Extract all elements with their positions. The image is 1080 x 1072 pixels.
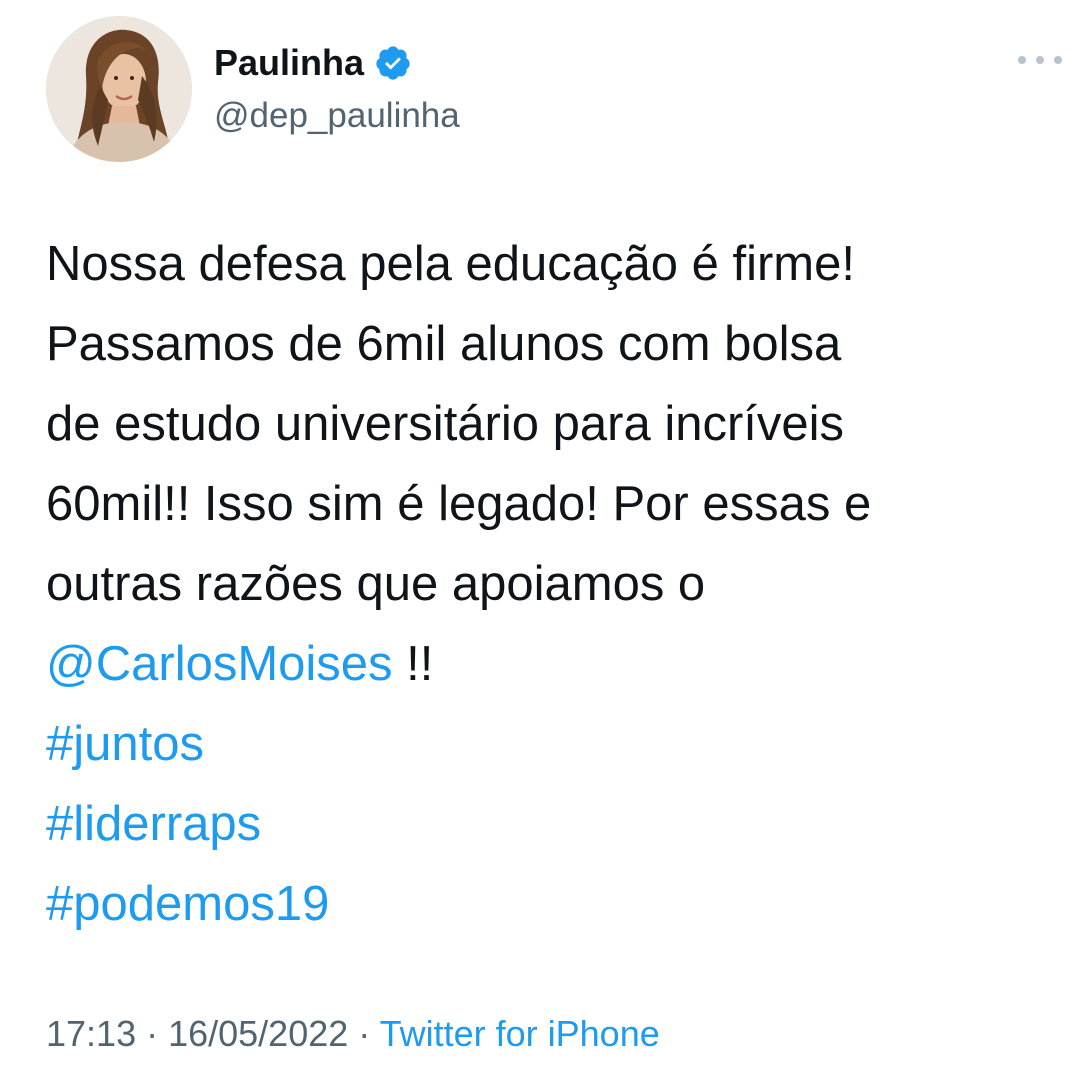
dot [1036,56,1044,64]
verified-badge-icon [374,44,412,82]
hashtag-link[interactable]: #podemos19 [46,864,1066,944]
dot [1054,56,1062,64]
avatar-image [46,16,192,162]
tweet-line: 60mil!! Isso sim é legado! Por essas e [46,477,872,531]
author-handle[interactable]: @dep_paulinha [214,94,460,138]
avatar[interactable] [46,16,192,162]
hashtag-link[interactable]: #liderraps [46,784,1066,864]
tweet-line: Passamos de 6mil alunos com bolsa [46,317,842,371]
more-options-icon[interactable] [1018,48,1062,72]
tweet-source[interactable]: Twitter for iPhone [380,1013,660,1054]
author-name-row: Paulinha [214,40,412,86]
mention-suffix: !! [392,637,434,691]
tweet-line: outras razões que apoiamos o [46,557,706,611]
tweet-date[interactable]: 16/05/2022 [168,1013,348,1054]
tweet-time[interactable]: 17:13 [46,1013,136,1054]
tweet-metadata: 17:13 · 16/05/2022 · Twitter for iPhone [46,1006,660,1062]
tweet-text: Nossa defesa pela educação é firme! Pass… [46,224,1066,944]
tweet-line: de estudo universitário para incríveis [46,397,845,451]
display-name[interactable]: Paulinha [214,40,364,86]
mention-link[interactable]: @CarlosMoises [46,637,393,691]
mention-line: @CarlosMoises !! [46,624,1066,704]
dot [1018,56,1026,64]
meta-separator: · [348,1013,380,1054]
meta-separator: · [136,1013,169,1054]
hashtag-link[interactable]: #juntos [46,704,1066,784]
tweet-card: Paulinha @dep_paulinha Nossa defesa pela… [0,0,1080,1072]
tweet-line: Nossa defesa pela educação é firme! [46,237,855,291]
